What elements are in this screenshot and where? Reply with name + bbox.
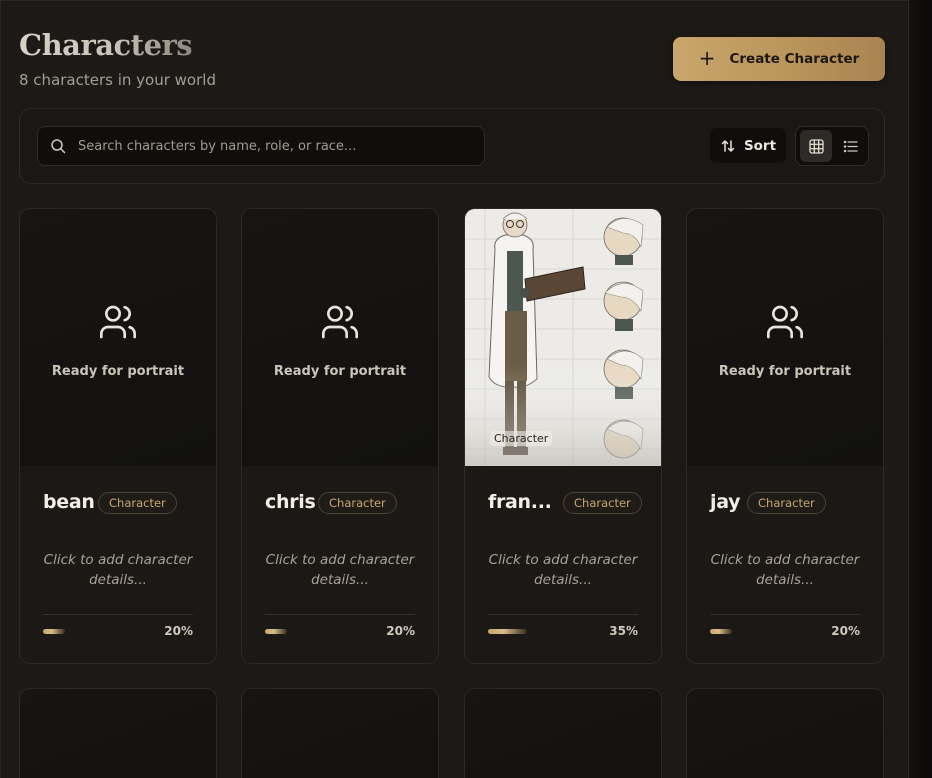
plus-icon: + — [698, 46, 716, 70]
users-icon — [767, 305, 803, 339]
character-name: bean — [43, 491, 95, 513]
portrait-image — [465, 209, 661, 466]
search-input[interactable] — [78, 138, 458, 154]
character-card[interactable] — [686, 688, 884, 778]
page-title: Characters — [19, 28, 193, 62]
users-icon — [100, 305, 137, 339]
portrait-placeholder[interactable] — [242, 689, 438, 778]
window-edge — [909, 0, 932, 778]
portrait-placeholder[interactable] — [687, 689, 883, 778]
role-badge: Character — [563, 492, 642, 514]
completion-percent: 20% — [164, 624, 193, 638]
list-icon — [843, 140, 858, 152]
list-view-button[interactable] — [834, 130, 866, 162]
divider — [710, 614, 860, 615]
toolbar: Sort — [19, 108, 885, 184]
completion-percent: 20% — [831, 624, 860, 638]
divider — [488, 614, 638, 615]
character-card[interactable]: Ready for portrait chris Character Click… — [241, 208, 439, 664]
character-description[interactable]: Click to add character details... — [34, 550, 202, 590]
character-card[interactable] — [241, 688, 439, 778]
character-description[interactable]: Click to add character details... — [701, 550, 869, 590]
role-badge: Character — [747, 492, 826, 514]
sort-arrows-icon — [721, 139, 735, 152]
search-box[interactable] — [37, 126, 485, 166]
character-card[interactable]: Ready for portrait bean Character Click … — [19, 208, 217, 664]
portrait-placeholder[interactable]: Ready for portrait — [687, 209, 883, 466]
completion-percent: 35% — [609, 624, 638, 638]
grid-icon — [808, 138, 824, 154]
character-card[interactable] — [464, 688, 662, 778]
portrait-placeholder[interactable]: Ready for portrait — [20, 209, 216, 466]
characters-panel: Characters 8 characters in your world + … — [0, 0, 909, 778]
portrait-placeholder[interactable] — [20, 689, 216, 778]
completion-bar-fill — [43, 629, 65, 634]
character-card[interactable]: Ready for portrait jay Character Click t… — [686, 208, 884, 664]
completion-bar-fill — [710, 629, 732, 634]
character-portrait[interactable]: Character — [465, 209, 661, 466]
search-icon — [51, 139, 66, 154]
portrait-placeholder[interactable] — [465, 689, 661, 778]
grid-view-button[interactable] — [800, 130, 832, 162]
sort-label: Sort — [743, 137, 777, 154]
portrait-placeholder-label: Ready for portrait — [273, 364, 407, 379]
completion-bar — [488, 629, 598, 634]
character-description[interactable]: Click to add character details... — [256, 550, 424, 590]
users-icon — [322, 305, 358, 339]
portrait-placeholder-label: Ready for portrait — [718, 364, 852, 379]
character-count: 8 characters in your world — [19, 71, 216, 89]
role-badge: Character — [98, 492, 177, 514]
completion-bar — [265, 629, 375, 634]
completion-percent: 20% — [386, 624, 415, 638]
view-mode-toggle — [795, 126, 869, 166]
portrait-placeholder[interactable]: Ready for portrait — [242, 209, 438, 466]
sort-button[interactable]: Sort — [710, 128, 786, 163]
portrait-placeholder-label: Ready for portrait — [51, 364, 185, 379]
completion-bar — [710, 629, 820, 634]
completion-bar — [43, 629, 153, 634]
portrait-role-tag: Character — [490, 431, 553, 446]
create-character-label: Create Character — [729, 51, 860, 67]
character-description[interactable]: Click to add character details... — [479, 550, 647, 590]
character-name: jay — [710, 491, 741, 513]
divider — [265, 614, 415, 615]
character-card[interactable]: Character fran... Character Click to add… — [464, 208, 662, 664]
character-name: chris — [265, 491, 316, 513]
completion-bar-fill — [488, 629, 527, 634]
create-character-button[interactable]: + Create Character — [673, 37, 885, 81]
character-name: fran... — [488, 491, 552, 513]
role-badge: Character — [318, 492, 397, 514]
character-card[interactable] — [19, 688, 217, 778]
completion-bar-fill — [265, 629, 287, 634]
divider — [43, 614, 193, 615]
